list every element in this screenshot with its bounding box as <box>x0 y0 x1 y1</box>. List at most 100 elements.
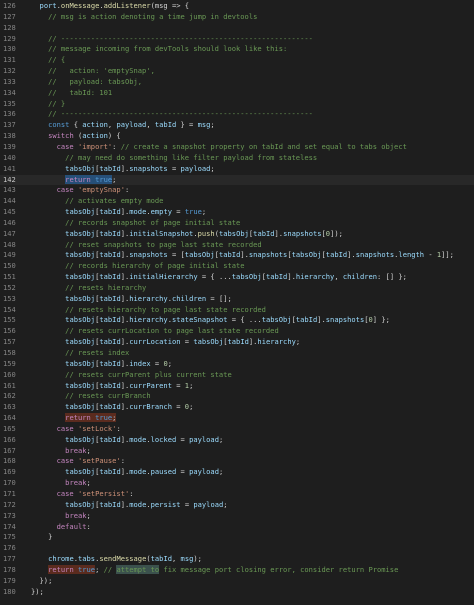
code-line[interactable]: 145 tabsObj[tabId].mode.empty = true; <box>0 207 474 218</box>
code-line[interactable]: 147 tabsObj[tabId].initialSnapshot.push(… <box>0 229 474 240</box>
code-token: ] }; <box>372 315 390 325</box>
code-token: ; <box>112 174 117 184</box>
code-token: ]. <box>120 272 130 282</box>
code-line[interactable]: 129 // ---------------------------------… <box>0 34 474 45</box>
code-line[interactable]: 180}); <box>0 587 474 598</box>
code-token: tabsObj <box>65 293 96 303</box>
code-line[interactable]: 157 tabsObj[tabId].currLocation = tabsOb… <box>0 337 474 348</box>
code-token: tabsObj <box>65 358 96 368</box>
code-line[interactable]: 138 switch (action) { <box>0 131 474 142</box>
code-line[interactable]: 159 tabsObj[tabId].index = 0; <box>0 359 474 370</box>
code-token: tabsObj <box>65 207 96 217</box>
code-line[interactable]: 150 // records hierarchy of page initial… <box>0 261 474 272</box>
line-number: 169 <box>3 467 16 477</box>
code-line[interactable]: 163 tabsObj[tabId].currBranch = 0; <box>0 402 474 413</box>
line-number: 153 <box>3 293 16 303</box>
code-line[interactable]: 164 return true; <box>0 413 474 424</box>
code-line[interactable]: 149 tabsObj[tabId].snapshots = [tabsObj[… <box>0 250 474 261</box>
code-token: ; <box>189 402 194 412</box>
line-number: 172 <box>3 499 16 509</box>
code-line[interactable]: 153 tabsObj[tabId].hierarchy.children = … <box>0 294 474 305</box>
code-line[interactable]: 144 // activates empty mode <box>0 196 474 207</box>
code-line[interactable]: 148 // reset snapshots to page last stat… <box>0 240 474 251</box>
code-line[interactable]: 133 // payload: tabsObj, <box>0 77 474 88</box>
code-line[interactable]: 175 } <box>0 532 474 543</box>
code-line[interactable]: 142 return true; <box>0 174 474 186</box>
code-token: // may need do something like filter pay… <box>65 152 318 162</box>
code-line[interactable]: 146 // records snapshot of page initial … <box>0 218 474 229</box>
code-token: // -------------------------------------… <box>48 33 313 43</box>
code-token: // resets hierarchy to page last state r… <box>65 304 266 314</box>
code-token: tabId <box>99 250 121 260</box>
code-editor[interactable]: 126 port.onMessage.addListener(msg => {1… <box>0 0 474 605</box>
line-number: 141 <box>3 163 16 173</box>
code-line[interactable]: 143 case 'emptySnap': <box>0 185 474 196</box>
code-text: // tabId: 101 <box>31 88 474 99</box>
code-line[interactable]: 169 tabsObj[tabId].mode.paused = payload… <box>0 467 474 478</box>
code-line[interactable]: 179 }); <box>0 576 474 587</box>
code-text: chrome.tabs.sendMessage(tabId, msg); <box>31 554 474 565</box>
code-line[interactable]: 130 // message incoming from devTools sh… <box>0 44 474 55</box>
code-token: ]. <box>240 250 249 260</box>
line-number: 136 <box>3 109 16 119</box>
code-line[interactable]: 170 break; <box>0 478 474 489</box>
code-line[interactable]: 156 // resets currLocation to page last … <box>0 326 474 337</box>
code-line[interactable]: 178 return true; // attempt to fix messa… <box>0 564 474 576</box>
code-line[interactable]: 127 // msg is action denoting a time jum… <box>0 12 474 23</box>
code-line[interactable]: 167 break; <box>0 446 474 457</box>
line-number: 171 <box>3 488 16 498</box>
code-line[interactable]: 137 const { action, payload, tabId } = m… <box>0 120 474 131</box>
code-line[interactable]: 172 tabsObj[tabId].mode.persist = payloa… <box>0 500 474 511</box>
code-line[interactable]: 128 <box>0 23 474 34</box>
code-token: // resets index <box>65 348 130 357</box>
code-text: // may need do something like filter pay… <box>31 153 474 164</box>
code-text: }); <box>31 576 474 587</box>
code-line[interactable]: 176 <box>0 543 474 554</box>
code-line[interactable]: 126 port.onMessage.addListener(msg => { <box>0 1 474 12</box>
code-line[interactable]: 135 // } <box>0 99 474 110</box>
code-token: // records snapshot of page initial stat… <box>65 217 241 227</box>
code-line[interactable]: 155 tabsObj[tabId].hierarchy.stateSnapsh… <box>0 315 474 326</box>
code-token: ]. <box>274 228 284 238</box>
code-text: // records snapshot of page initial stat… <box>31 218 474 229</box>
code-line[interactable]: 131 // { <box>0 55 474 66</box>
code-line[interactable]: 171 case 'setPersist': <box>0 489 474 500</box>
code-token: snapshots <box>129 163 168 173</box>
code-line[interactable]: 160 // resets currParent plus current st… <box>0 370 474 381</box>
code-line[interactable]: 136 // ---------------------------------… <box>0 109 474 120</box>
code-token: ); <box>193 554 202 564</box>
code-line[interactable]: 174 default: <box>0 522 474 533</box>
code-token: = { ... <box>227 315 262 325</box>
code-line[interactable]: 139 case 'import': // create a snapshot … <box>0 142 474 153</box>
code-token: payload <box>193 499 224 509</box>
code-token: = <box>171 402 185 412</box>
code-token: snapshots <box>129 250 168 260</box>
code-text: // resets hierarchy <box>31 283 474 294</box>
code-text: tabsObj[tabId].initialSnapshot.push(tabs… <box>31 229 474 240</box>
code-line[interactable]: 151 tabsObj[tabId].initialHierarchy = { … <box>0 272 474 283</box>
code-token: : <box>86 521 91 531</box>
code-line[interactable]: 173 break; <box>0 511 474 522</box>
code-line[interactable]: 158 // resets index <box>0 348 474 359</box>
code-token: : <box>116 423 121 433</box>
code-line[interactable]: 161 tabsObj[tabId].currParent = 1; <box>0 381 474 392</box>
code-line[interactable]: 165 case 'setLock': <box>0 424 474 435</box>
code-line[interactable]: 154 // resets hierarchy to page last sta… <box>0 305 474 316</box>
code-line[interactable]: 152 // resets hierarchy <box>0 283 474 294</box>
code-line[interactable]: 162 // resets currBranch <box>0 391 474 402</box>
code-text: // payload: tabsObj, <box>31 77 474 88</box>
code-line[interactable]: 134 // tabId: 101 <box>0 88 474 99</box>
code-line[interactable]: 166 tabsObj[tabId].mode.locked = payload… <box>0 435 474 446</box>
code-token: ; <box>167 358 172 368</box>
code-token: port <box>39 1 57 10</box>
code-line[interactable]: 132 // action: 'emptySnap', <box>0 66 474 77</box>
code-token: persist <box>150 499 181 509</box>
code-line[interactable]: 168 case 'setPause': <box>0 456 474 467</box>
code-token: ( <box>73 131 83 141</box>
code-line[interactable]: 177 chrome.tabs.sendMessage(tabId, msg); <box>0 554 474 565</box>
code-token: hierarchy <box>129 293 168 303</box>
code-line[interactable]: 140 // may need do something like filter… <box>0 153 474 164</box>
code-line[interactable]: 141 tabsObj[tabId].snapshots = payload; <box>0 164 474 175</box>
